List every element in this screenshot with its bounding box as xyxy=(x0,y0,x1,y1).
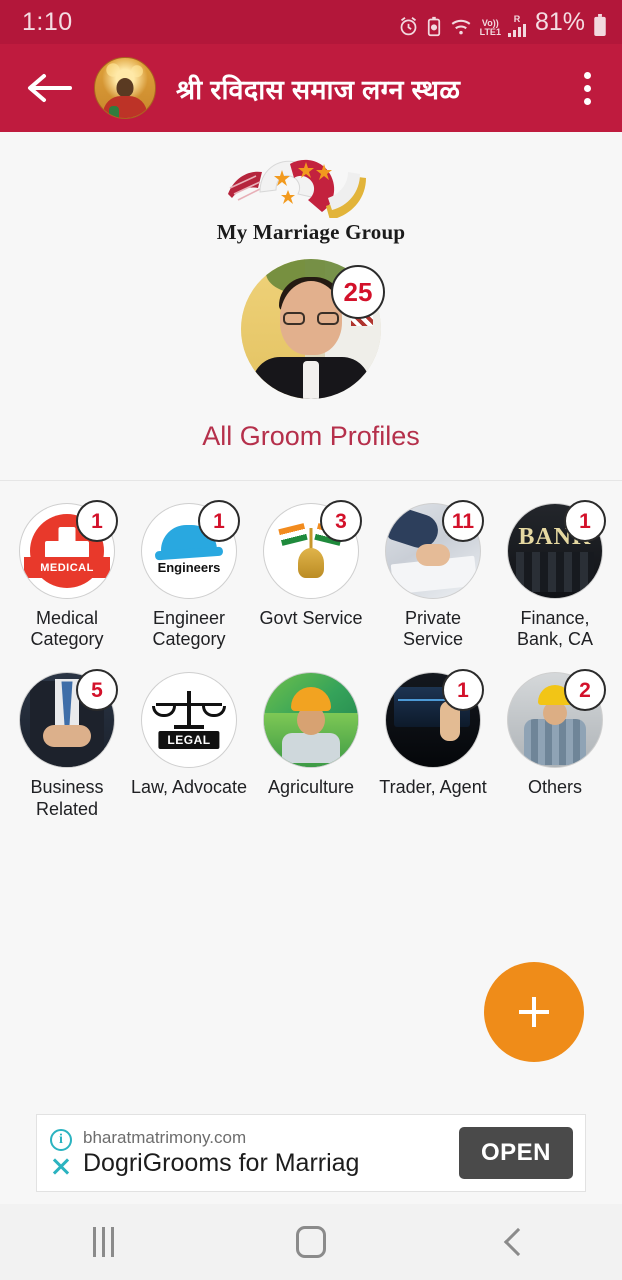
engineer-icon-text: Engineers xyxy=(157,560,221,575)
category-badge: 11 xyxy=(442,500,484,542)
page-title: श्री रविदास समाज लग्न स्थळ xyxy=(176,74,461,105)
add-profile-fab[interactable] xyxy=(484,962,584,1062)
category-badge: 1 xyxy=(76,500,118,542)
home-icon xyxy=(295,1226,326,1258)
brand-logo: My Marriage Group xyxy=(0,132,622,245)
marriage-group-logo-icon xyxy=(216,148,406,220)
category-label: Medical Category xyxy=(30,608,104,650)
category-trader-agent[interactable]: 1 Trader, Agent xyxy=(372,669,494,819)
battery-saver-icon xyxy=(427,16,440,36)
category-badge: 3 xyxy=(320,500,362,542)
hero-label[interactable]: All Groom Profiles xyxy=(202,421,420,452)
hero-badge: 25 xyxy=(331,265,385,319)
roaming-icon: R xyxy=(507,13,526,37)
category-label: Private Service xyxy=(402,608,464,650)
home-button[interactable] xyxy=(207,1204,414,1280)
category-label: Trader, Agent xyxy=(379,777,487,798)
category-label: Govt Service xyxy=(259,608,363,628)
recents-icon xyxy=(93,1227,115,1257)
category-others[interactable]: 2 Others xyxy=(494,669,616,819)
category-badge: 1 xyxy=(198,500,240,542)
category-govt-service[interactable]: 3 Govt Service xyxy=(250,500,372,650)
roaming-label: R xyxy=(513,13,521,24)
law-icon-text: LEGAL xyxy=(158,731,220,750)
category-agriculture[interactable]: Agriculture xyxy=(250,672,372,819)
ad-open-button[interactable]: OPEN xyxy=(458,1127,573,1179)
signal-icon xyxy=(507,23,526,37)
hero-section: 25 All Groom Profiles xyxy=(0,245,622,452)
alarm-icon xyxy=(400,16,416,35)
category-business-related[interactable]: 5 Business Related xyxy=(6,669,128,819)
recents-button[interactable] xyxy=(0,1204,207,1280)
battery-percent: 81% xyxy=(534,7,585,36)
ad-headline: DogriGrooms for Marriag xyxy=(83,1148,360,1177)
category-grid: MEDICAL 1 Medical Category Engineers 1 E… xyxy=(0,481,622,842)
category-law-advocate[interactable]: LEGAL Law, Advocate xyxy=(128,672,250,819)
volte-icon: Vo)) LTE1 xyxy=(479,18,501,37)
category-finance-bank-ca[interactable]: BANK 1 Finance, Bank, CA xyxy=(494,500,616,650)
category-label: Engineer Category xyxy=(152,608,226,650)
status-bar: 1:10 Vo)) LTE1 R 81% xyxy=(0,0,622,44)
category-label: Business Related xyxy=(30,777,104,819)
category-label: Agriculture xyxy=(267,777,355,798)
volte-bottom: LTE1 xyxy=(479,26,501,37)
ad-close-icon[interactable] xyxy=(50,1155,72,1177)
medical-icon-text: MEDICAL xyxy=(24,557,110,578)
ad-banner[interactable]: i bharatmatrimony.com DogriGrooms for Ma… xyxy=(36,1114,586,1192)
guru-avatar-icon xyxy=(94,57,156,119)
category-medical[interactable]: MEDICAL 1 Medical Category xyxy=(6,500,128,650)
system-nav-bar xyxy=(0,1204,622,1280)
app-bar: श्री रविदास समाज लग्न स्थळ xyxy=(0,44,622,132)
ad-controls: i xyxy=(43,1129,79,1177)
all-groom-profiles-button[interactable]: 25 xyxy=(241,259,385,399)
category-private-service[interactable]: 11 Private Service xyxy=(372,500,494,650)
overflow-menu-icon[interactable] xyxy=(570,71,604,105)
brand-name: My Marriage Group xyxy=(216,220,406,244)
battery-icon xyxy=(594,13,606,36)
category-label: Law, Advocate xyxy=(130,777,248,798)
back-arrow-icon[interactable] xyxy=(26,71,72,105)
category-engineer[interactable]: Engineers 1 Engineer Category xyxy=(128,500,250,650)
ad-info-icon[interactable]: i xyxy=(50,1129,72,1151)
category-label: Finance, Bank, CA xyxy=(516,608,594,650)
status-icons: Vo)) LTE1 R 81% xyxy=(398,8,608,37)
wifi-icon xyxy=(451,19,471,34)
back-button[interactable] xyxy=(415,1204,622,1280)
category-badge: 1 xyxy=(564,500,606,542)
status-clock: 1:10 xyxy=(22,7,73,36)
ad-body: bharatmatrimony.com DogriGrooms for Marr… xyxy=(79,1128,459,1177)
category-label: Others xyxy=(527,777,583,798)
agriculture-icon xyxy=(263,672,359,769)
ad-url: bharatmatrimony.com xyxy=(83,1128,247,1148)
law-icon: LEGAL xyxy=(141,672,237,769)
nav-back-icon xyxy=(504,1227,533,1257)
